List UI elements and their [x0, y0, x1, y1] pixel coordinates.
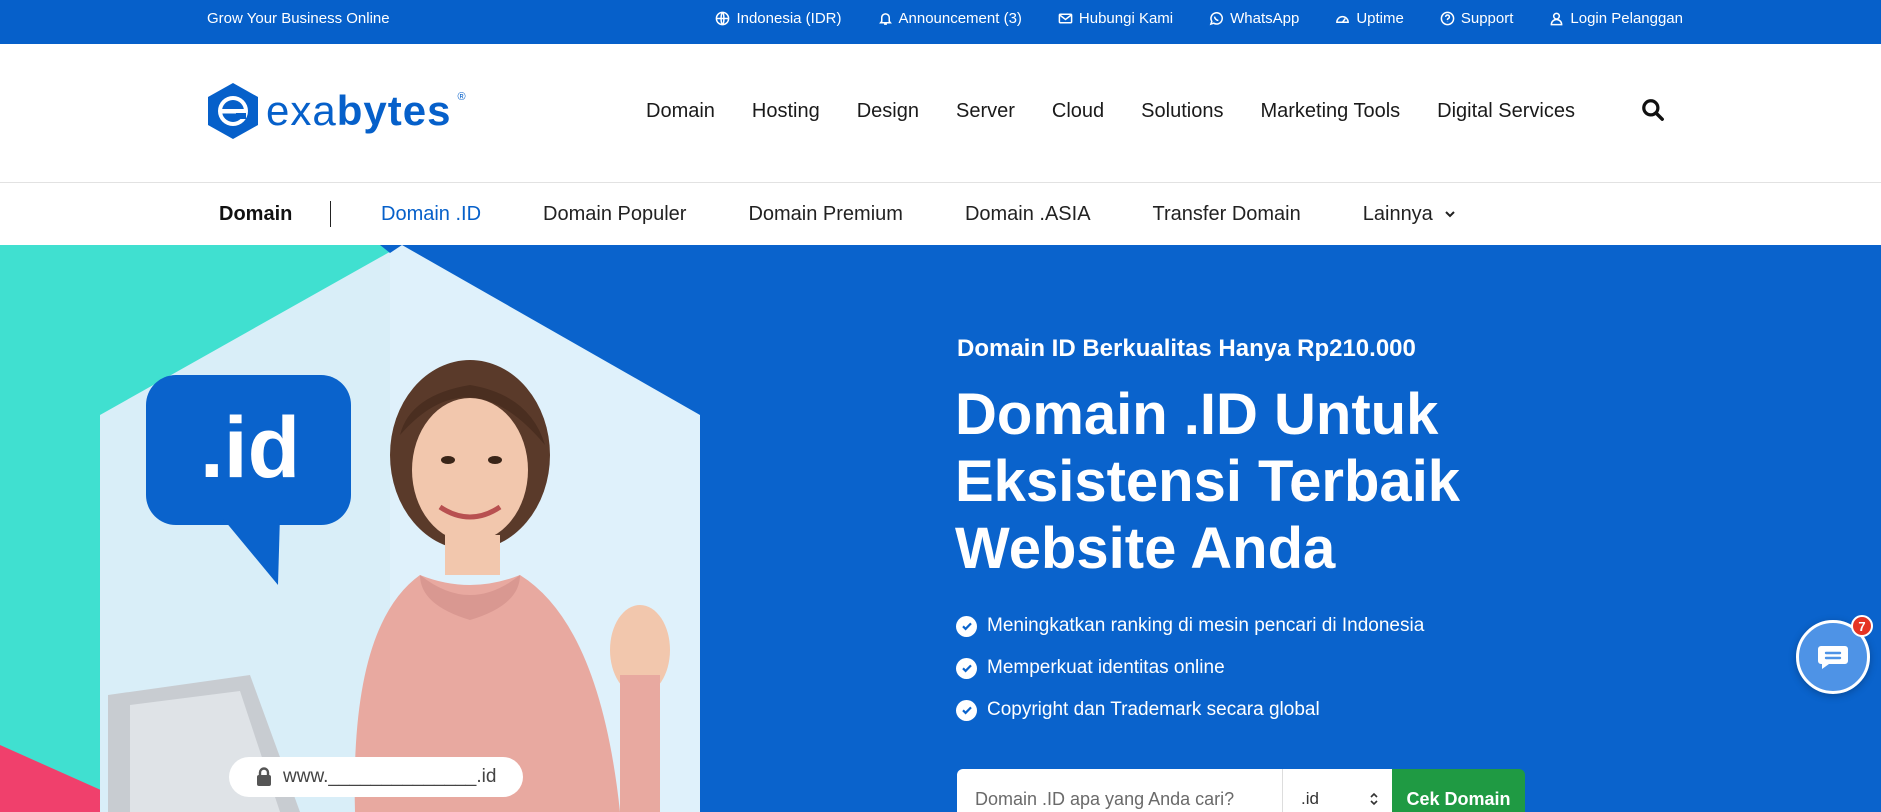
whatsapp-icon	[1209, 12, 1224, 26]
login-label: Login Pelanggan	[1570, 10, 1683, 27]
url-pill: www.______________.id	[229, 757, 523, 797]
id-speech-bubble: .id	[199, 400, 301, 496]
nav-cloud[interactable]: Cloud	[1052, 100, 1104, 123]
registered-mark: ®	[457, 91, 466, 103]
hero-title: Domain .ID Untuk Eksistensi Terbaik Webs…	[955, 382, 1461, 581]
search-button[interactable]	[1640, 97, 1666, 123]
hero-section: .id www.______________.id Domain ID Berk…	[0, 245, 1881, 812]
tagline: Grow Your Business Online	[207, 10, 390, 27]
tld-select[interactable]: .id	[1282, 769, 1392, 812]
whatsapp-label: WhatsApp	[1230, 10, 1300, 27]
hero-illustration	[0, 245, 760, 812]
user-icon	[1550, 12, 1563, 26]
url-pill-text: www.______________.id	[283, 766, 497, 787]
main-nav: Domain Hosting Design Server Cloud Solut…	[646, 100, 1575, 123]
nav-server[interactable]: Server	[956, 100, 1015, 123]
chat-icon	[1818, 646, 1848, 669]
subnav-transfer-domain[interactable]: Transfer Domain	[1153, 183, 1301, 245]
currency-label: Indonesia (IDR)	[736, 10, 842, 27]
globe-icon	[716, 11, 730, 26]
contact-link[interactable]: Hubungi Kami	[1058, 10, 1173, 27]
domain-search-input[interactable]	[957, 769, 1282, 812]
subnav-domain-id[interactable]: Domain .ID	[381, 183, 481, 245]
benefit-text: Memperkuat identitas online	[987, 657, 1225, 678]
bell-icon	[878, 13, 892, 25]
nav-design[interactable]: Design	[857, 100, 919, 123]
logo-bold: bytes	[336, 87, 452, 134]
domain-search-form: .id Cek Domain	[957, 769, 1525, 812]
select-arrows-icon	[1370, 792, 1378, 806]
help-circle-icon	[1440, 11, 1455, 26]
notification-badge: 7	[1851, 615, 1873, 637]
announcement-link[interactable]: Announcement (3)	[878, 10, 1022, 27]
logo[interactable]: exabytes ®	[206, 82, 466, 140]
chat-widget-button[interactable]: 7	[1796, 615, 1873, 694]
benefit-list: Meningkatkan ranking di mesin pencari di…	[956, 605, 1424, 731]
login-link[interactable]: Login Pelanggan	[1549, 10, 1683, 27]
subnav-lainnya-label: Lainnya	[1362, 203, 1433, 225]
check-circle-icon	[956, 657, 977, 679]
benefit-text: Copyright dan Trademark secara global	[987, 699, 1320, 720]
support-link[interactable]: Support	[1440, 10, 1514, 27]
subnav-lainnya[interactable]: Lainnya	[1363, 183, 1457, 245]
subnav-domain-asia[interactable]: Domain .ASIA	[965, 183, 1091, 245]
nav-digital-services[interactable]: Digital Services	[1437, 100, 1575, 123]
benefit-item: Meningkatkan ranking di mesin pencari di…	[956, 605, 1424, 647]
announcement-label: Announcement (3)	[898, 10, 1022, 27]
subnav-domain-premium[interactable]: Domain Premium	[748, 183, 902, 245]
subnav-items: Domain .ID Domain Populer Domain Premium…	[381, 183, 1457, 245]
benefit-text: Meningkatkan ranking di mesin pencari di…	[987, 615, 1425, 636]
contact-label: Hubungi Kami	[1078, 10, 1174, 27]
whatsapp-link[interactable]: WhatsApp	[1209, 10, 1299, 27]
lock-icon	[257, 767, 271, 786]
nav-hosting[interactable]: Hosting	[752, 100, 820, 123]
logo-wordmark: exabytes	[266, 87, 451, 135]
tld-value: .id	[1301, 789, 1319, 808]
uptime-label: Uptime	[1356, 10, 1404, 27]
mail-icon	[1058, 13, 1073, 24]
currency-selector[interactable]: Indonesia (IDR)	[715, 10, 842, 27]
search-icon	[1642, 99, 1664, 121]
support-label: Support	[1460, 10, 1514, 27]
benefit-item: Memperkuat identitas online	[956, 647, 1424, 689]
nav-domain[interactable]: Domain	[646, 100, 715, 123]
uptime-link[interactable]: Uptime	[1335, 10, 1404, 27]
check-circle-icon	[956, 615, 977, 637]
speedometer-icon	[1336, 15, 1350, 23]
subnav-title: Domain	[219, 203, 293, 225]
domain-subnav: Domain Domain .ID Domain Populer Domain …	[0, 183, 1881, 245]
check-circle-icon	[956, 699, 977, 721]
benefit-item: Copyright dan Trademark secara global	[956, 689, 1424, 731]
check-domain-button[interactable]: Cek Domain	[1392, 769, 1525, 812]
nav-solutions[interactable]: Solutions	[1141, 100, 1223, 123]
nav-marketing-tools[interactable]: Marketing Tools	[1260, 100, 1400, 123]
logo-prefix: exa	[266, 87, 337, 134]
logo-hexagon-icon	[208, 83, 258, 139]
site-header: exabytes ® Domain Hosting Design Server …	[0, 44, 1881, 183]
chevron-down-icon	[1445, 211, 1455, 218]
top-links: Indonesia (IDR) Announcement (3) Hubungi…	[715, 0, 1683, 37]
subnav-divider	[330, 201, 331, 227]
top-bar: Grow Your Business Online Indonesia (IDR…	[0, 0, 1881, 44]
hero-subtitle: Domain ID Berkualitas Hanya Rp210.000	[957, 335, 1416, 362]
subnav-domain-populer[interactable]: Domain Populer	[543, 183, 686, 245]
